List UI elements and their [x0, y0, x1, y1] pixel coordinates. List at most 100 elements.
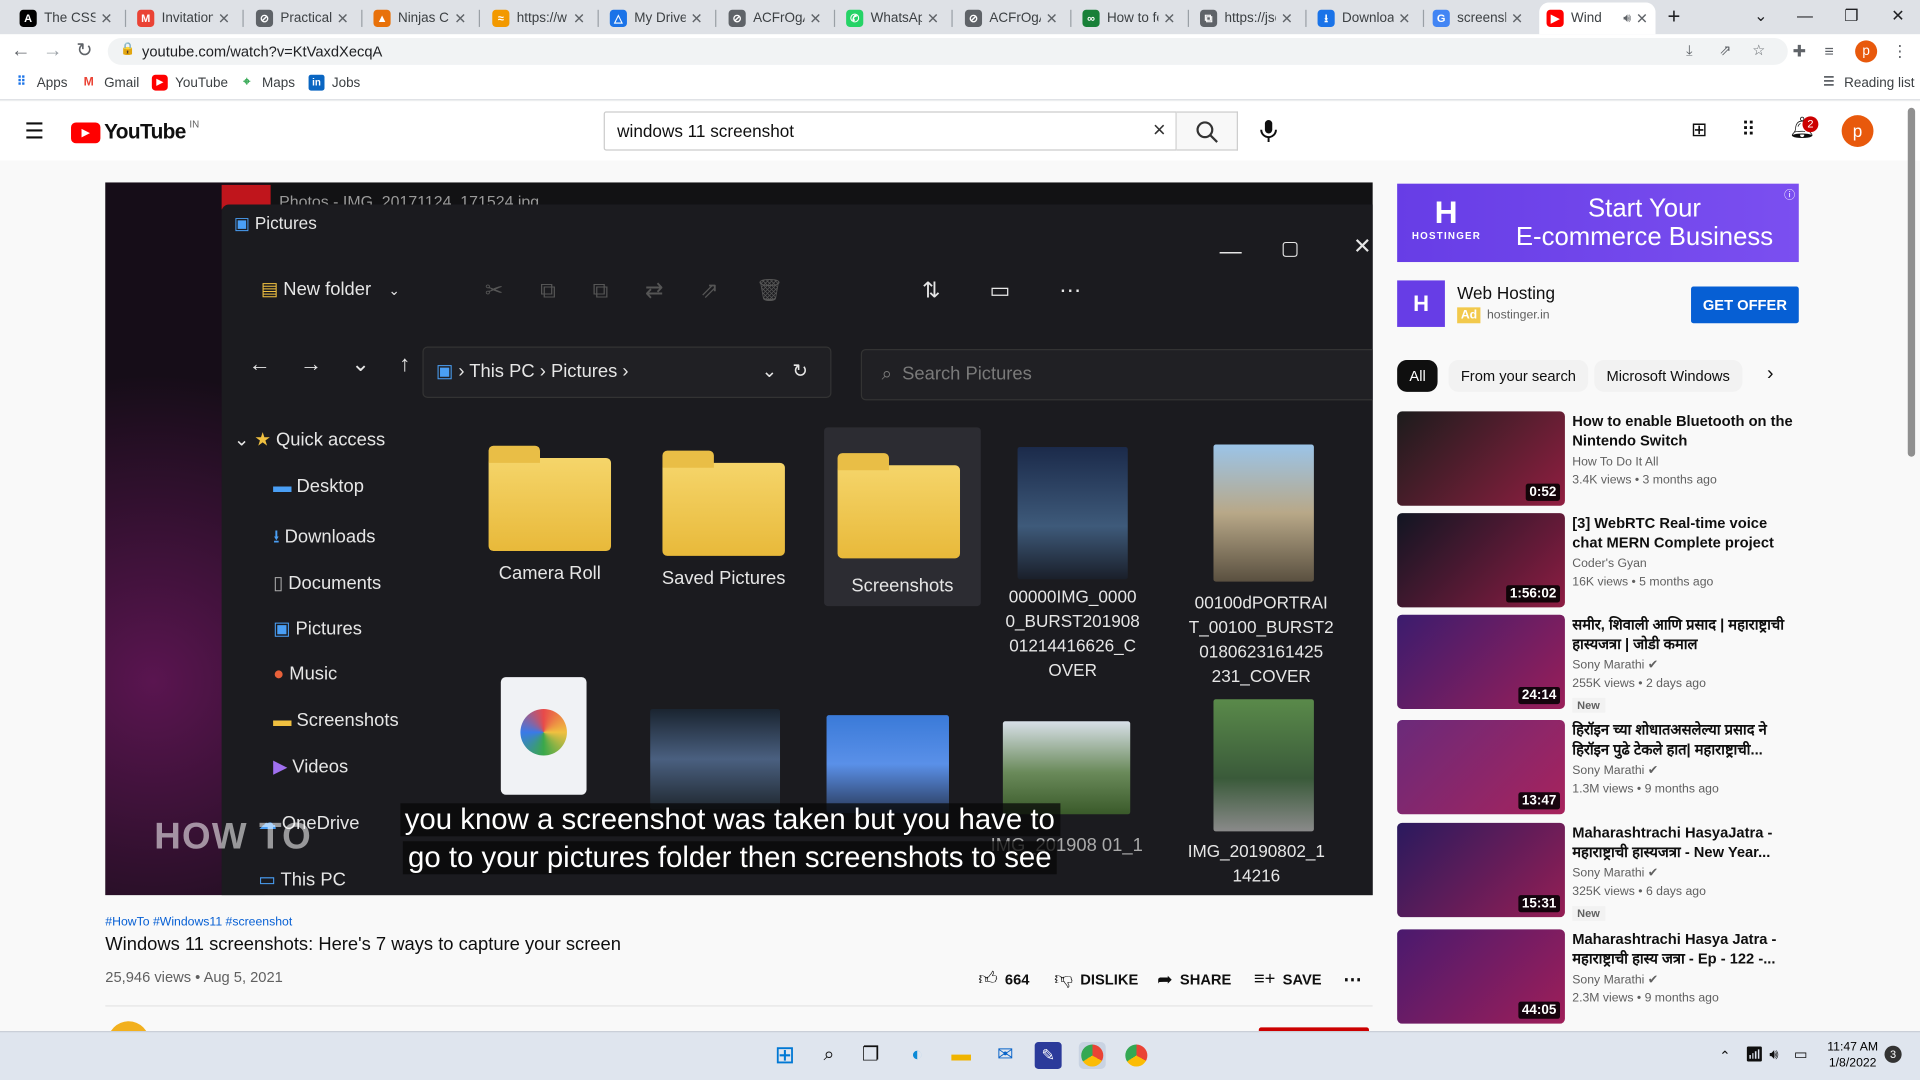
close-window-button[interactable]: ✕	[1876, 0, 1920, 34]
video-thumbnail[interactable]: 24:14	[1397, 614, 1565, 709]
video-thumbnail[interactable]: 15:31	[1397, 822, 1565, 918]
close-tab-icon[interactable]: ✕	[573, 10, 585, 27]
chip-all[interactable]: All	[1397, 360, 1438, 392]
related-video-title[interactable]: [3] WebRTC Real-time voice chat MERN Com…	[1572, 513, 1792, 552]
close-tab-icon[interactable]: ✕	[1398, 10, 1410, 27]
related-video-item[interactable]: 24:14 समीर, शिवाली आणि प्रसाद | महाराष्ट्…	[1397, 614, 1799, 713]
maximize-button[interactable]: ❐	[1829, 0, 1873, 34]
close-tab-icon[interactable]: ✕	[809, 10, 821, 27]
more-actions-icon[interactable]: ⋯	[1343, 969, 1361, 991]
browser-tab[interactable]: M Invitation ✕	[130, 2, 238, 34]
search-icon[interactable]: ⌕	[816, 1042, 843, 1069]
browser-tab[interactable]: ▲Ninjas Ca✕	[366, 2, 474, 34]
account-avatar[interactable]: p	[1841, 115, 1874, 147]
related-video-channel[interactable]: Sony Marathi ✔	[1572, 659, 1658, 672]
chip-from-your-search[interactable]: From your search	[1448, 360, 1589, 392]
clear-search-icon[interactable]: ×	[1153, 118, 1166, 144]
volume-icon[interactable]: 🔊︎	[1769, 1046, 1778, 1064]
bookmark-jobs[interactable]: in Jobs	[308, 74, 360, 91]
edge-icon[interactable]: ◐	[904, 1042, 931, 1069]
related-video-item[interactable]: 15:31 Maharashtrachi HasyaJatra - महाराष्…	[1397, 822, 1799, 921]
video-thumbnail[interactable]: 1:56:02	[1397, 513, 1565, 608]
related-video-title[interactable]: Maharashtrachi HasyaJatra - महाराष्ट्राच…	[1572, 823, 1792, 862]
video-thumbnail[interactable]: 0:52	[1397, 411, 1565, 506]
chrome-alt-icon[interactable]	[1123, 1042, 1150, 1069]
video-hashtags[interactable]: #HowTo #Windows11 #screenshot	[105, 916, 292, 929]
video-thumbnail[interactable]: 44:05	[1397, 929, 1565, 1024]
tab-audio-icon[interactable]: 🔊︎	[1623, 12, 1631, 25]
browser-tab[interactable]: ⧉ https://jsc ✕	[1193, 2, 1301, 34]
ad-banner[interactable]: H HOSTINGER Start Your E-commerce Busines…	[1397, 183, 1799, 263]
create-video-icon[interactable]: ⊞	[1691, 118, 1707, 142]
whiteboard-icon[interactable]: ✎	[1034, 1042, 1062, 1069]
tab-search-icon[interactable]: ⌄	[1739, 0, 1783, 34]
browser-tab[interactable]: ∞ How to fe ✕	[1075, 2, 1183, 34]
related-video-title[interactable]: How to enable Bluetooth on the Nintendo …	[1572, 411, 1792, 450]
windows-start-icon[interactable]: ⊞	[771, 1042, 798, 1069]
wifi-icon[interactable]: 📶︎	[1745, 1046, 1764, 1063]
video-player[interactable]: Photos - IMG_20171124_171524.jpg ▣ Pictu…	[105, 182, 1373, 896]
related-video-channel[interactable]: Coder's Gyan	[1572, 557, 1646, 570]
system-clock[interactable]: 11:47 AM 1/8/2022	[1816, 1040, 1889, 1072]
share-page-icon[interactable]: ⇗	[1719, 42, 1731, 59]
close-tab-icon[interactable]: ✕	[927, 10, 939, 27]
related-video-channel[interactable]: Sony Marathi ✔	[1572, 973, 1658, 986]
close-tab-icon[interactable]: ✕	[1046, 10, 1058, 27]
related-video-item[interactable]: 44:05 Maharashtrachi Hasya Jatra - महाराष…	[1397, 929, 1799, 1025]
voice-search-button[interactable]	[1251, 111, 1285, 150]
menu-icon[interactable]: ☰	[24, 119, 44, 145]
address-bar[interactable]: 🔒 youtube.com/watch?v=KtVaxdXecqA ⤓ ⇗ ☆	[107, 37, 1788, 65]
browser-tab[interactable]: ⭳Download✕	[1310, 2, 1418, 34]
related-video-title[interactable]: Maharashtrachi Hasya Jatra - महाराष्ट्रा…	[1572, 929, 1792, 968]
mail-icon[interactable]: ✉	[992, 1042, 1019, 1069]
bookmark-youtube[interactable]: ▶ YouTube	[151, 74, 228, 91]
related-video-item[interactable]: 1:56:02 [3] WebRTC Real-time voice chat M…	[1397, 513, 1799, 609]
related-video-item[interactable]: 13:47 हिरॉइन च्या शोधातअसलेल्या प्रसाद ने…	[1397, 720, 1799, 816]
close-tab-icon[interactable]: ✕	[1511, 10, 1523, 27]
related-video-channel[interactable]: How To Do It All	[1572, 456, 1658, 469]
media-control-icon[interactable]: ≡	[1825, 42, 1834, 60]
related-video-item[interactable]: 0:52 How to enable Bluetooth on the Ninte…	[1397, 411, 1799, 507]
battery-icon[interactable]: ▭	[1794, 1046, 1808, 1063]
chips-next-icon[interactable]: ›	[1767, 364, 1774, 386]
back-icon[interactable]: ←	[9, 39, 33, 63]
browser-profile-avatar[interactable]: p	[1855, 40, 1878, 63]
forward-icon[interactable]: →	[40, 39, 64, 63]
close-tab-icon[interactable]: ✕	[1636, 10, 1648, 27]
browser-tab[interactable]: AThe CSS P✕	[12, 2, 120, 34]
show-hidden-icons[interactable]: ⌃	[1719, 1048, 1730, 1064]
task-view-icon[interactable]: ❐	[857, 1042, 884, 1069]
related-video-channel[interactable]: Sony Marathi ✔	[1572, 764, 1658, 777]
save-button[interactable]: ≡+ SAVE	[1254, 969, 1322, 990]
ad-info-icon[interactable]: ⓘ	[1784, 186, 1795, 202]
chrome-menu-icon[interactable]: ⋮	[1892, 42, 1908, 62]
browser-tab[interactable]: ⊘Practical A✕	[249, 2, 357, 34]
get-offer-button[interactable]: GET OFFER	[1691, 286, 1799, 324]
minimize-button[interactable]: —	[1783, 0, 1827, 34]
bookmark-gmail[interactable]: M Gmail	[81, 75, 140, 91]
browser-tab[interactable]: ≈ https://w ✕	[485, 2, 593, 34]
browser-tab[interactable]: Gscreensho✕	[1425, 2, 1530, 34]
video-thumbnail[interactable]: 13:47	[1397, 720, 1565, 815]
close-tab-icon[interactable]: ✕	[337, 10, 349, 27]
browser-tab[interactable]: ⊘ACFrOgAl✕	[721, 2, 829, 34]
reload-icon[interactable]: ↻	[72, 39, 96, 63]
close-tab-icon[interactable]: ✕	[691, 10, 703, 27]
youtube-logo[interactable]: ▶ YouTube IN	[71, 118, 199, 144]
like-button[interactable]: 👍︎ 664	[978, 969, 1029, 991]
bookmark-maps[interactable]: ⌖ Maps	[239, 75, 295, 91]
install-app-icon[interactable]: ⤓	[1686, 42, 1693, 60]
bookmark-star-icon[interactable]: ☆	[1752, 42, 1765, 59]
search-input[interactable]: windows 11 screenshot ×	[603, 111, 1177, 151]
dislike-button[interactable]: 👎︎ DISLIKE	[1054, 969, 1138, 991]
chip-microsoft-windows[interactable]: Microsoft Windows	[1594, 360, 1743, 392]
file-explorer-icon[interactable]: ▬	[948, 1042, 975, 1069]
close-tab-icon[interactable]: ✕	[218, 10, 230, 27]
close-tab-icon[interactable]: ✕	[100, 10, 112, 27]
close-tab-icon[interactable]: ✕	[1163, 10, 1175, 27]
apps-icon[interactable]: ⠿	[1741, 118, 1755, 142]
browser-tab[interactable]: ⊘ACFrOgAl✕	[958, 2, 1066, 34]
extensions-icon[interactable]: ✚	[1793, 42, 1806, 62]
share-button[interactable]: ➦ SHARE	[1157, 969, 1231, 991]
related-video-title[interactable]: हिरॉइन च्या शोधातअसलेल्या प्रसाद ने हिरॉ…	[1572, 720, 1792, 759]
